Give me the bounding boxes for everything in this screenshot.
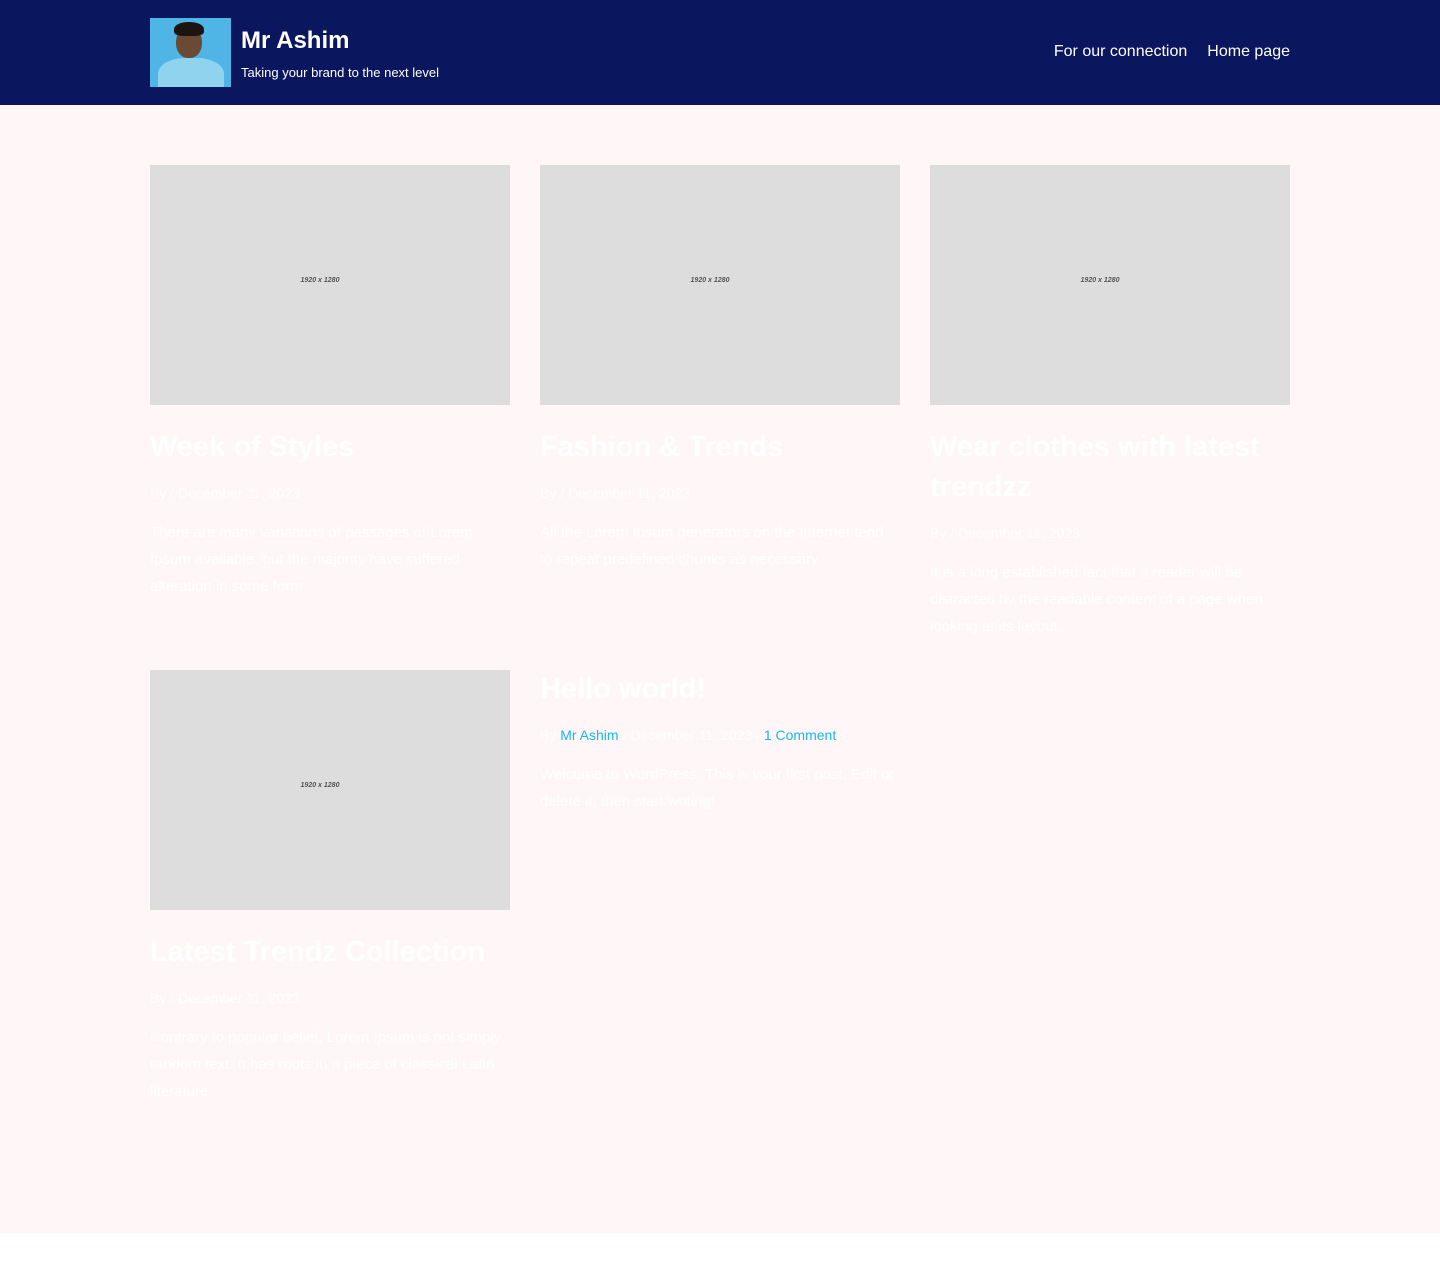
post-meta: By / December 11, 2023 (540, 485, 900, 501)
post-thumbnail[interactable]: 1920 x 1280 (540, 165, 900, 405)
meta-by: By (150, 990, 167, 1006)
post-date[interactable]: December 11, 2023 (178, 485, 300, 501)
site-title[interactable]: Mr Ashim (241, 27, 439, 55)
site-header: Mr Ashim Taking your brand to the next l… (0, 0, 1440, 105)
post-excerpt: All the Lorem Ipsum generators on the In… (540, 524, 884, 568)
thumbnail-size-label: 1920 x 1280 (300, 276, 340, 284)
post-comments-link[interactable]: 1 Comment (764, 727, 836, 743)
post-thumbnail[interactable]: 1920 x 1280 (150, 670, 510, 910)
brand[interactable]: Mr Ashim Taking your brand to the next l… (150, 18, 439, 87)
post-grid: 1920 x 1280 Week of Styles By / December… (0, 105, 1440, 1233)
post-title[interactable]: Wear clothes with latest trendzz (930, 427, 1290, 507)
post-card: Hello world! By Mr Ashim / December 11, … (540, 669, 900, 815)
post-meta: By / December 11, 2023 (150, 485, 510, 501)
site-tagline: Taking your brand to the next level (241, 65, 440, 80)
meta-separator: / (560, 485, 565, 501)
meta-by: By (540, 485, 557, 501)
meta-by: By (150, 485, 167, 501)
post-date[interactable]: December 11, 2023 (178, 990, 300, 1006)
post-card: 1920 x 1280 Fashion & Trends By / Decemb… (540, 165, 900, 573)
nav-item-for-our-connection[interactable]: For our connection (1054, 43, 1187, 61)
meta-separator: / (950, 525, 955, 541)
post-title[interactable]: Latest Trendz Collection (150, 932, 510, 972)
thumbnail-size-label: 1920 x 1280 (300, 781, 340, 789)
post-title[interactable]: Fashion & Trends (540, 427, 900, 467)
post-date[interactable]: December 11, 2023 (568, 485, 690, 501)
thumbnail-size-label: 1920 x 1280 (690, 276, 730, 284)
primary-nav: For our connection Home page (1054, 43, 1290, 61)
post-card: 1920 x 1280 Week of Styles By / December… (150, 165, 510, 600)
post-excerpt: Contrary to popular belief, Lorem Ipsum … (150, 1029, 501, 1100)
post-meta: By / December 11, 2023 (930, 525, 1290, 541)
meta-by: By (540, 727, 557, 743)
post-excerpt: There are many variations of passages of… (150, 524, 473, 595)
post-excerpt: Welcome to WordPress. This is your first… (540, 766, 895, 810)
meta-separator: / (170, 990, 175, 1006)
nav-item-home-page[interactable]: Home page (1207, 43, 1290, 61)
site-logo-avatar[interactable] (150, 18, 231, 87)
post-date[interactable]: December 11, 2023 (958, 525, 1080, 541)
post-date[interactable]: December 11, 2023 (630, 727, 752, 743)
meta-separator: / (622, 727, 627, 743)
meta-separator: / (756, 727, 760, 743)
post-meta: By Mr Ashim / December 11, 2023 / 1 Comm… (540, 727, 900, 743)
post-title[interactable]: Week of Styles (150, 427, 510, 467)
post-excerpt: It is a long established fact that a rea… (930, 564, 1263, 635)
post-thumbnail[interactable]: 1920 x 1280 (930, 165, 1290, 405)
post-title[interactable]: Hello world! (540, 669, 900, 709)
post-card: 1920 x 1280 Latest Trendz Collection By … (150, 670, 510, 1105)
thumbnail-size-label: 1920 x 1280 (1080, 276, 1120, 284)
post-meta: By / December 11, 2023 (150, 990, 510, 1006)
meta-separator: / (170, 485, 175, 501)
post-thumbnail[interactable]: 1920 x 1280 (150, 165, 510, 405)
post-author-link[interactable]: Mr Ashim (560, 727, 618, 743)
meta-by: By (930, 525, 947, 541)
post-card: 1920 x 1280 Wear clothes with latest tre… (930, 165, 1290, 640)
